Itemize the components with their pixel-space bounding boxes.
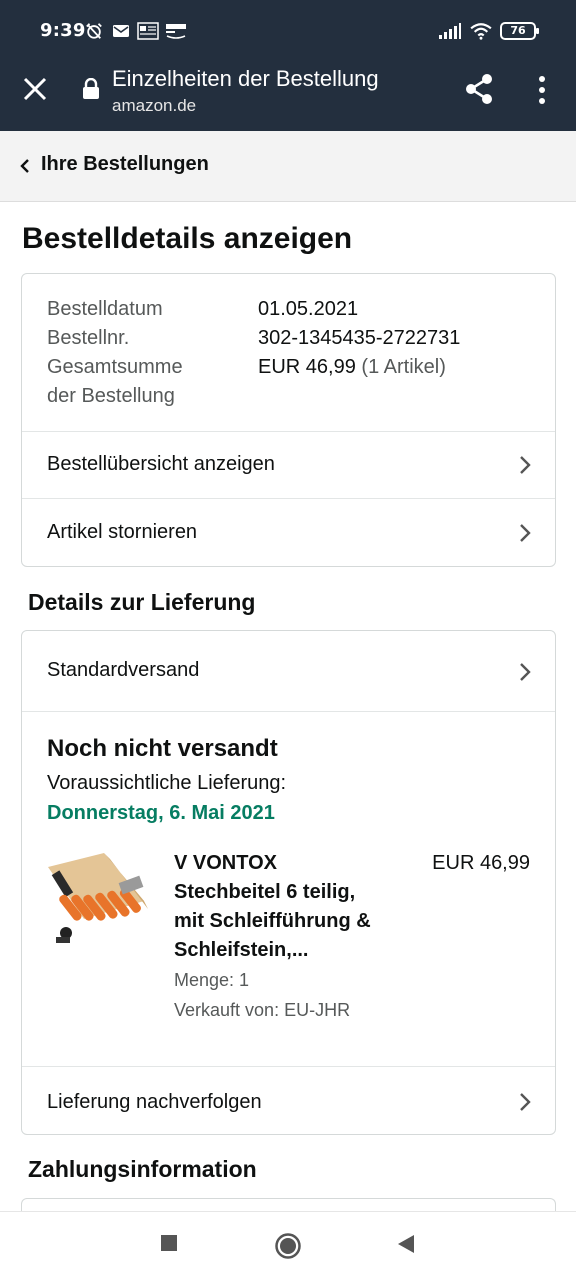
page-title: Bestelldetails anzeigen bbox=[22, 222, 353, 255]
chevron-right-icon bbox=[520, 1093, 531, 1111]
system-nav-bar bbox=[0, 1211, 576, 1280]
mail-icon bbox=[113, 25, 129, 37]
order-total-label-line1: Gesamtsumme bbox=[47, 356, 183, 378]
browser-title: Einzelheiten der Bestellung bbox=[112, 66, 379, 91]
track-delivery-label: Lieferung nachverfolgen bbox=[47, 1091, 262, 1113]
amazon-icon bbox=[166, 24, 186, 39]
top-bar: 9:39 76 Einzelheiten der Bestellung amaz… bbox=[0, 0, 576, 131]
battery-icon: 76 bbox=[500, 22, 539, 40]
lock-icon bbox=[83, 78, 99, 99]
alarm-off-icon bbox=[86, 23, 102, 39]
news-icon bbox=[137, 22, 159, 40]
product-title-line: Stechbeitel 6 teilig, bbox=[174, 881, 356, 903]
product-quantity: Menge: 1 bbox=[174, 970, 250, 990]
chevron-right-icon bbox=[520, 524, 531, 542]
share-icon[interactable] bbox=[462, 72, 496, 106]
cancel-items-link[interactable]: Artikel stornieren bbox=[22, 499, 555, 566]
breadcrumb-label[interactable]: Ihre Bestellungen bbox=[41, 153, 209, 176]
order-date-value: 01.05.2021 bbox=[258, 298, 359, 320]
order-number-value: 302-1345435-2722731 bbox=[258, 327, 461, 349]
shipment-status: Noch nicht versandt bbox=[47, 735, 278, 762]
status-time: 9:39 bbox=[40, 20, 86, 41]
shipping-method-label: Standardversand bbox=[47, 659, 200, 681]
chevron-left-icon bbox=[20, 159, 29, 173]
shipping-method-link[interactable]: Standardversand bbox=[22, 631, 555, 711]
product-title-line: V VONTOX bbox=[174, 852, 277, 874]
eta-label: Voraussichtliche Lieferung: bbox=[47, 772, 287, 794]
close-icon[interactable] bbox=[20, 74, 50, 104]
product-seller: Verkauft von: EU-JHR bbox=[174, 1000, 351, 1020]
status-bar: 9:39 76 bbox=[0, 0, 576, 62]
wifi-icon bbox=[470, 23, 492, 40]
delivery-card: Standardversand Noch nicht versandt Vora… bbox=[21, 630, 556, 1135]
payment-section-title: Zahlungsinformation bbox=[28, 1156, 257, 1182]
product-price: EUR 46,99 bbox=[432, 852, 530, 874]
order-total-items: (1 Artikel) bbox=[361, 356, 446, 378]
product-title-line: Schleifstein,... bbox=[174, 939, 309, 961]
order-total-amount: EUR 46,99 bbox=[258, 356, 356, 378]
order-total-value: EUR 46,99 (1 Artikel) bbox=[258, 353, 446, 382]
product-image[interactable] bbox=[44, 849, 150, 955]
chevron-right-icon bbox=[520, 663, 531, 681]
browser-domain: amazon.de bbox=[112, 96, 197, 115]
order-overview-label: Bestellübersicht anzeigen bbox=[47, 453, 275, 475]
signal-icon bbox=[439, 23, 461, 39]
order-summary-card: Bestelldatum 01.05.2021 Bestellnr. 302-1… bbox=[21, 273, 556, 567]
track-delivery-link[interactable]: Lieferung nachverfolgen bbox=[22, 1067, 555, 1134]
delivery-section-title: Details zur Lieferung bbox=[28, 589, 256, 615]
divider bbox=[22, 711, 555, 712]
breadcrumb[interactable]: Ihre Bestellungen bbox=[0, 131, 576, 202]
eta-date: Donnerstag, 6. Mai 2021 bbox=[47, 802, 275, 824]
back-button[interactable] bbox=[396, 1234, 416, 1254]
cancel-items-label: Artikel stornieren bbox=[47, 521, 198, 543]
recents-button[interactable] bbox=[160, 1234, 178, 1252]
order-total-label-line2: der Bestellung bbox=[47, 385, 175, 407]
more-vert-icon[interactable] bbox=[530, 74, 554, 106]
chevron-right-icon bbox=[520, 456, 531, 474]
home-button[interactable] bbox=[274, 1232, 302, 1260]
order-number-label: Bestellnr. bbox=[47, 327, 130, 349]
product-title-link[interactable]: V VONTOX Stechbeitel 6 teilig, mit Schle… bbox=[174, 849, 414, 965]
order-overview-link[interactable]: Bestellübersicht anzeigen bbox=[22, 432, 555, 498]
product-title-line: mit Schleifführung & bbox=[174, 910, 371, 932]
order-date-label: Bestelldatum bbox=[47, 298, 163, 320]
